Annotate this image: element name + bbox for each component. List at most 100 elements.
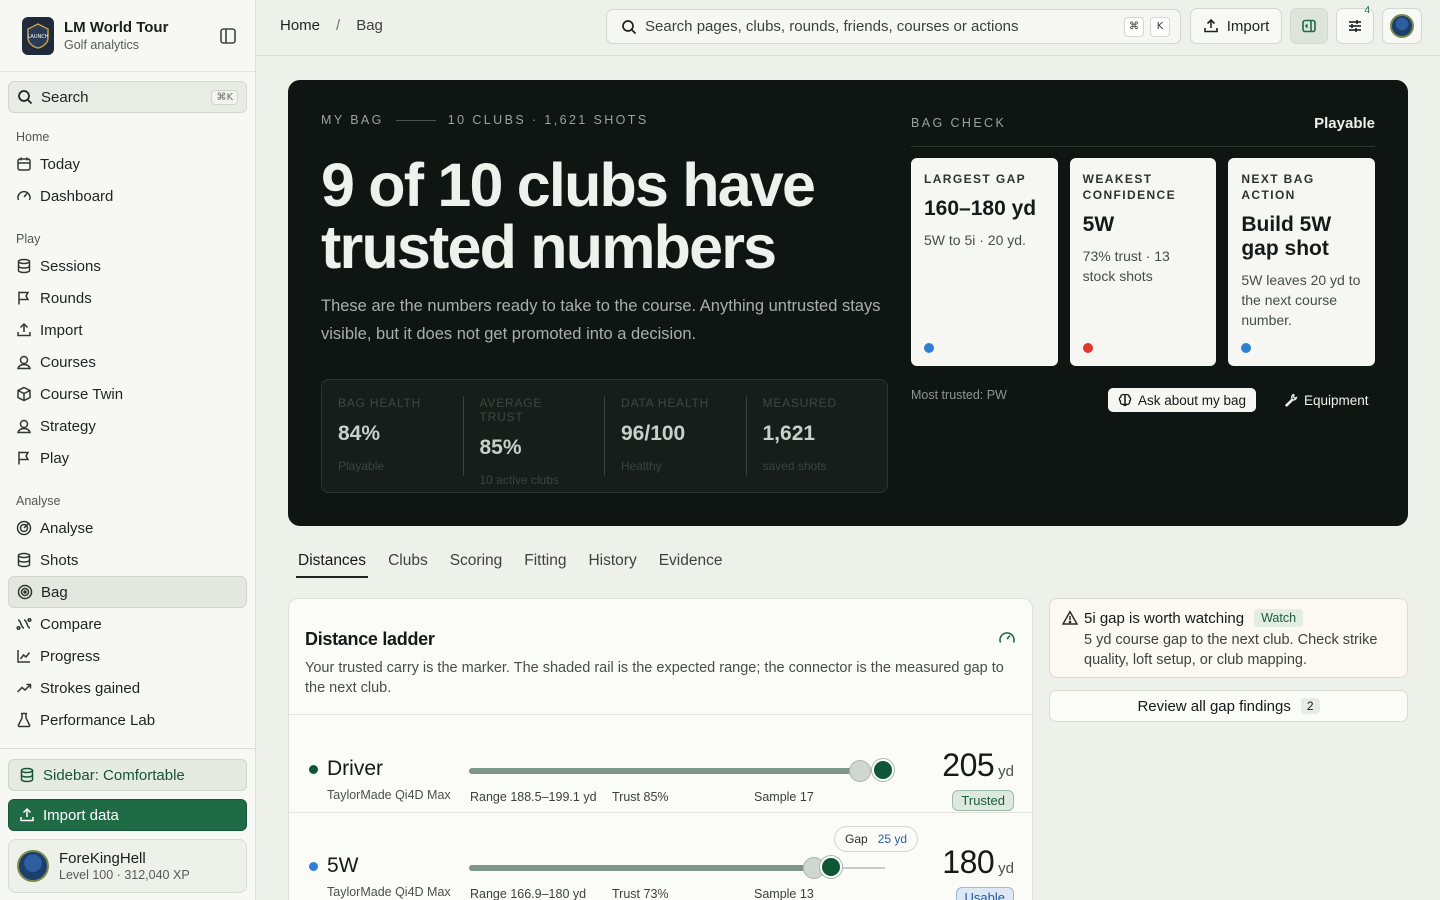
tab-evidence[interactable]: Evidence <box>657 548 725 578</box>
gauge-icon[interactable] <box>998 629 1016 647</box>
sidebar-item-courses[interactable]: Courses <box>8 346 247 378</box>
sidebar-item-today[interactable]: Today <box>8 148 247 180</box>
panel-icon <box>1302 19 1316 33</box>
filters-button[interactable]: 4 <box>1336 5 1374 44</box>
equipment-button[interactable]: Equipment <box>1276 388 1377 412</box>
sidebar-search-label: Search <box>41 88 89 106</box>
club-row-driver[interactable]: Driver TaylorMade Qi4D Max Range 188.5–1… <box>289 715 1032 813</box>
card-next-bag-action[interactable]: NEXT BAG ACTION Build 5W gap shot 5W lea… <box>1228 158 1376 366</box>
upload-icon <box>20 807 34 822</box>
sidebar-item-strategy[interactable]: Strategy <box>8 410 247 442</box>
carry-unit: yd <box>998 860 1014 877</box>
sidebar-item-performance-lab[interactable]: Performance Lab <box>8 704 247 736</box>
range-value: 188.5–199.1 yd <box>510 790 597 804</box>
breadcrumb-current: Bag <box>356 17 383 34</box>
gauge-icon <box>17 190 31 201</box>
search-shortcut: ⌘K <box>211 89 238 105</box>
breadcrumb: Home / Bag <box>280 17 383 34</box>
tab-history[interactable]: History <box>586 548 638 578</box>
sidebar-item-label: Today <box>40 155 81 173</box>
global-search-input[interactable]: Search pages, clubs, rounds, friends, co… <box>606 9 1181 44</box>
profile-avatar <box>1390 14 1414 38</box>
status-dot <box>1241 343 1252 353</box>
sidebar-item-label: Import <box>40 321 83 339</box>
upload-icon <box>17 322 31 337</box>
card-weakest-confidence[interactable]: WEAKEST CONFIDENCE 5W 73% trust · 13 sto… <box>1069 158 1217 366</box>
sidebar-item-label: Bag <box>41 583 68 601</box>
finding-tag: Watch <box>1254 609 1304 627</box>
sidebar-search[interactable]: Search ⌘K <box>8 81 247 113</box>
bag-tabs: Distances Clubs Scoring Fitting History … <box>296 548 724 578</box>
sidebar-item-sessions[interactable]: Sessions <box>8 250 247 282</box>
app-logo-icon[interactable]: LAUNCH <box>22 16 54 55</box>
stat-value: 84% <box>338 422 381 445</box>
carry-value: 180 <box>942 844 995 880</box>
calendar-icon <box>17 157 31 171</box>
sidebar-item-analyse[interactable]: Analyse <box>8 512 247 544</box>
nav-section-play: Play <box>16 232 41 246</box>
club-range: Range 188.5–199.1 yd <box>470 790 597 804</box>
club-row-5w[interactable]: 5W TaylorMade Qi4D Max Range 166.9–180 y… <box>289 813 1032 900</box>
sidebar-item-import[interactable]: Import <box>8 314 247 346</box>
ask-about-bag-button[interactable]: Ask about my bag <box>1108 388 1257 412</box>
tab-fitting[interactable]: Fitting <box>522 548 568 578</box>
tab-clubs[interactable]: Clubs <box>386 548 430 578</box>
brand: LAUNCH LM World Tour Golf analytics <box>0 0 255 72</box>
status-dot <box>1082 343 1093 353</box>
sidebar-item-rounds[interactable]: Rounds <box>8 282 247 314</box>
tab-distances[interactable]: Distances <box>296 548 369 578</box>
sidebar-item-label: Compare <box>40 615 102 633</box>
card-label: LARGEST GAP <box>924 172 1027 186</box>
sidebar-item-strokes-gained[interactable]: Strokes gained <box>8 672 247 704</box>
carry-marker[interactable] <box>820 856 842 878</box>
top-bar: Home / Bag Search pages, clubs, rounds, … <box>256 0 1440 56</box>
finding-body: 5 yd course gap to the next club. Check … <box>1084 632 1378 668</box>
sidebar-nav[interactable]: Home Today Dashboard Play Sessions Round… <box>0 120 255 748</box>
sidebar-item-label: Shots <box>40 551 79 569</box>
range-end-marker <box>849 760 871 782</box>
review-gap-findings-button[interactable]: Review all gap findings 2 <box>1049 690 1408 722</box>
carry-marker[interactable] <box>872 759 894 781</box>
import-button[interactable]: Import <box>1190 8 1282 44</box>
sidebar-item-play[interactable]: Play <box>8 442 247 474</box>
sidebar-item-label: Progress <box>40 647 101 665</box>
card-value: Build 5W gap shot <box>1241 213 1332 260</box>
database-icon <box>17 552 31 568</box>
sidebar-item-compare[interactable]: Compare <box>8 608 247 640</box>
gap-finding-card[interactable]: 5i gap is worth watching Watch 5 yd cour… <box>1049 598 1408 678</box>
stat-sub: Playable <box>338 459 385 473</box>
card-note: 5W leaves 20 yd to the next course numbe… <box>1241 272 1361 328</box>
breadcrumb-separator: / <box>336 17 341 34</box>
profile-button[interactable] <box>1382 8 1422 44</box>
card-value: 160–180 yd <box>924 197 1037 220</box>
sample-value: 13 <box>799 887 814 900</box>
sidebar-footer: Sidebar: Comfortable Import data ForeKin… <box>0 748 255 900</box>
distance-ladder-header: Distance ladder Your trusted carry is th… <box>289 599 1032 715</box>
import-data-button[interactable]: Import data <box>8 799 247 831</box>
stat-bag-health: BAG HEALTH 84% Playable <box>322 396 464 476</box>
status-badge: Usable <box>955 887 1014 900</box>
tab-scoring[interactable]: Scoring <box>448 548 505 578</box>
sidebar-item-dashboard[interactable]: Dashboard <box>8 180 247 212</box>
stat-label: DATA HEALTH <box>621 396 710 410</box>
breadcrumb-home[interactable]: Home <box>280 17 320 34</box>
user-card[interactable]: ForeKingHell Level 100 · 312,040 XP <box>8 839 247 893</box>
distance-ladder-description: Your trusted carry is the marker. The sh… <box>305 660 1004 696</box>
card-largest-gap[interactable]: LARGEST GAP 160–180 yd 5W to 5i · 20 yd. <box>911 158 1058 366</box>
sidebar-item-course-twin[interactable]: Course Twin <box>8 378 247 410</box>
sidebar-item-shots[interactable]: Shots <box>8 544 247 576</box>
sidebar-item-label: Course Twin <box>40 385 124 403</box>
shortcut-key-k: K <box>1150 16 1170 37</box>
sample-value: 17 <box>799 790 814 804</box>
stat-value: 1,621 <box>762 422 816 445</box>
review-count: 2 <box>1300 698 1320 714</box>
sidebar-density-button[interactable]: Sidebar: Comfortable <box>8 759 247 791</box>
hero-eyebrow: MY BAG 10 CLUBS · 1,621 SHOTS <box>321 113 649 127</box>
finding-header: 5i gap is worth watching Watch <box>1062 609 1395 627</box>
sidebar-toggle-icon[interactable] <box>217 25 239 47</box>
sidebar-item-bag[interactable]: Bag <box>8 576 247 608</box>
radar-icon <box>16 520 32 536</box>
sidebar-item-progress[interactable]: Progress <box>8 640 247 672</box>
sliders-icon <box>1349 20 1361 32</box>
panel-toggle-button[interactable] <box>1290 8 1328 44</box>
